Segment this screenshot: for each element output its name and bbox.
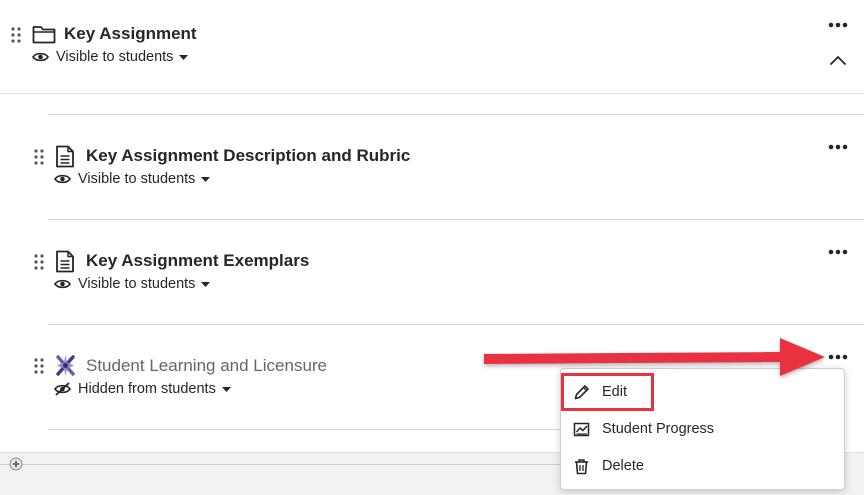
item-visibility-dropdown[interactable]: Hidden from students (54, 381, 238, 397)
trash-icon (575, 458, 588, 474)
menu-item-student-progress[interactable]: Student Progress (561, 412, 844, 446)
document-icon (56, 250, 74, 273)
menu-item-delete[interactable]: Delete (561, 449, 844, 483)
item-divider (48, 219, 864, 220)
drag-handle-icon[interactable] (34, 254, 44, 270)
drag-handle-icon[interactable] (34, 358, 44, 374)
item-title[interactable]: Key Assignment Exemplars (86, 251, 309, 271)
caret-down-icon (179, 54, 189, 60)
menu-item-student-progress-label: Student Progress (602, 421, 715, 437)
folder-visibility-dropdown[interactable]: Visible to students (32, 49, 195, 65)
item-title[interactable]: Student Learning and Licensure (86, 356, 327, 376)
item-divider (48, 324, 864, 325)
drag-handle-icon[interactable] (11, 27, 21, 43)
folder-icon (32, 26, 56, 44)
document-icon (56, 145, 74, 168)
chevron-up-icon[interactable] (829, 55, 847, 66)
item-visibility-dropdown[interactable]: Visible to students (54, 276, 217, 292)
caret-down-icon (201, 176, 211, 182)
caret-down-icon (221, 386, 231, 392)
item-visibility-dropdown[interactable]: Visible to students (54, 171, 217, 187)
drag-handle-icon[interactable] (34, 149, 44, 165)
item-visibility-label: Visible to students (78, 171, 196, 187)
item-visibility-label: Hidden from students (78, 381, 216, 397)
folder-divider (0, 93, 864, 94)
more-icon[interactable] (828, 21, 848, 29)
progress-icon (573, 422, 590, 436)
item-divider (48, 114, 864, 115)
more-icon[interactable] (828, 143, 848, 151)
add-icon[interactable] (9, 457, 23, 471)
item-divider (48, 429, 560, 430)
lti-tool-icon (56, 355, 75, 376)
eye-icon (54, 174, 71, 184)
eye-icon (54, 279, 71, 289)
annotation-arrow-icon (484, 338, 825, 376)
menu-item-delete-label: Delete (602, 458, 644, 474)
item-title[interactable]: Key Assignment Description and Rubric (86, 146, 410, 166)
folder-visibility-label: Visible to students (56, 49, 174, 65)
eye-slash-icon (54, 382, 71, 396)
caret-down-icon (201, 281, 211, 287)
eye-icon (32, 52, 49, 62)
folder-title[interactable]: Key Assignment (64, 24, 197, 44)
add-content-line (0, 464, 560, 465)
more-icon[interactable] (828, 248, 848, 256)
item-visibility-label: Visible to students (78, 276, 196, 292)
